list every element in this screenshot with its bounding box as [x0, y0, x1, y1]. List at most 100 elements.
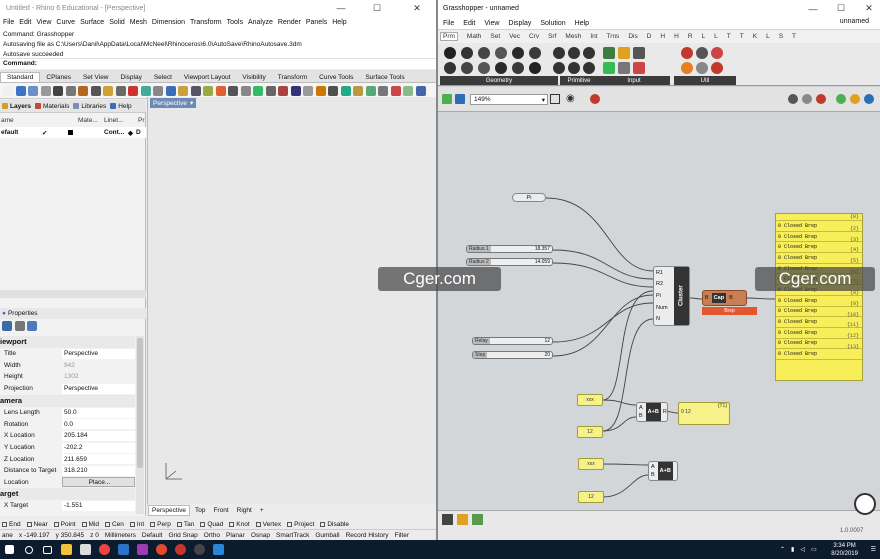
network-icon[interactable]: ▮	[791, 546, 794, 553]
tab-display[interactable]: Display	[115, 73, 148, 82]
osnap-end[interactable]: End	[2, 521, 21, 528]
property-row[interactable]: Z Location 211.659	[0, 453, 135, 465]
property-value[interactable]: -202.2	[62, 442, 135, 453]
toolbar-tool-icon[interactable]	[40, 85, 51, 96]
viewport-dropdown-icon[interactable]: ▾	[190, 99, 193, 107]
gh-tab[interactable]: Set	[490, 33, 500, 40]
toolbar-tool-icon[interactable]	[128, 85, 138, 96]
task-view-icon[interactable]	[38, 540, 57, 559]
input-param-icon[interactable]	[618, 62, 630, 74]
gh-menu-file[interactable]: File	[443, 20, 454, 27]
text-panel[interactable]: xxx	[577, 394, 603, 406]
toolbar-tool-icon[interactable]	[115, 85, 126, 96]
viewport-tab-right[interactable]: Right	[234, 505, 255, 516]
viewport-tab-perspective[interactable]: Perspective	[148, 504, 190, 516]
tray-chevron-icon[interactable]: ⌃	[780, 546, 785, 553]
gh-tab[interactable]: T	[792, 33, 796, 40]
status-item[interactable]: Planar	[226, 532, 245, 539]
property-row[interactable]: X Target -1.551	[0, 500, 135, 512]
status-item[interactable]: Record History	[346, 532, 389, 539]
property-row[interactable]: Rotation 0.0	[0, 419, 135, 431]
geometry-param-icon[interactable]	[512, 62, 524, 74]
primitive-param-icon[interactable]	[583, 47, 595, 59]
osnap-knot[interactable]: Knot	[229, 521, 250, 528]
geometry-param-icon[interactable]	[529, 47, 541, 59]
gh-tab[interactable]: Prm	[440, 32, 458, 41]
object-props-icon[interactable]	[2, 320, 12, 331]
util-param-icon[interactable]	[711, 62, 723, 74]
windows-start-icon[interactable]	[0, 540, 19, 559]
primitive-param-icon[interactable]	[568, 47, 580, 59]
checkbox-icon[interactable]	[176, 521, 182, 527]
geometry-param-icon[interactable]	[461, 47, 473, 59]
ribbon-section-label[interactable]: Geometry	[440, 76, 558, 85]
gh-tab[interactable]: Dis	[628, 33, 637, 40]
property-row[interactable]: Projection Perspective	[0, 383, 135, 395]
globe-icon[interactable]	[864, 94, 874, 104]
chrome-icon[interactable]	[95, 540, 114, 559]
checkbox-icon[interactable]	[26, 521, 32, 527]
property-value[interactable]: 942	[62, 360, 135, 371]
status-item[interactable]: SmartTrack	[276, 532, 309, 539]
gh-tab[interactable]: Srf	[548, 33, 556, 40]
gh-tab[interactable]: Vec	[509, 33, 520, 40]
property-row[interactable]: Width 942	[0, 360, 135, 372]
notifications-icon[interactable]: ☰	[871, 546, 876, 553]
preview-selected-icon[interactable]	[816, 94, 826, 104]
navigation-widget-icon[interactable]	[854, 493, 876, 515]
gh-tab[interactable]: T	[727, 33, 731, 40]
toolbar-tool-icon[interactable]	[65, 85, 76, 96]
display-icon[interactable]	[850, 94, 860, 104]
text-panel[interactable]: xxx	[578, 458, 604, 470]
tab-standard[interactable]: Standard	[0, 72, 41, 82]
gh-tab[interactable]: R	[688, 33, 693, 40]
menu-dimension[interactable]: Dimension	[152, 19, 185, 26]
status-item[interactable]: Filter	[395, 532, 409, 539]
toolbar-tool-icon[interactable]	[290, 85, 301, 96]
sketch-icon[interactable]	[457, 514, 468, 525]
property-value[interactable]: Place...	[62, 477, 135, 488]
gh-menu-display[interactable]: Display	[508, 20, 531, 27]
toolbar-tool-icon[interactable]	[240, 85, 251, 96]
maximize-icon[interactable]: ☐	[828, 0, 854, 17]
print-color-icon[interactable]: ◆	[128, 129, 136, 137]
property-row[interactable]: Location Place...	[0, 477, 135, 489]
toolbar-tool-icon[interactable]	[3, 85, 13, 96]
checkbox-icon[interactable]	[229, 521, 235, 527]
menu-mesh[interactable]: Mesh	[130, 19, 147, 26]
onenote-icon[interactable]	[133, 540, 152, 559]
gh-menu-edit[interactable]: Edit	[463, 20, 475, 27]
maximize-icon[interactable]: ☐	[364, 0, 390, 16]
brep-output-panel[interactable]: {0} 0 Closed Brep {2} 0 Closed Brep {3} 0 Clo…	[775, 213, 863, 381]
chevron-down-icon[interactable]: ▾	[542, 96, 545, 104]
ribbon-section-label[interactable]: Input	[598, 76, 670, 85]
cluster-component[interactable]: R1 R2 Pi Num N Cluster	[653, 266, 690, 326]
osnap-vertex[interactable]: Vertex	[255, 521, 281, 528]
property-row[interactable]: Y Location -202.2	[0, 442, 135, 454]
preview-shaded-icon[interactable]	[802, 94, 812, 104]
gh-doc-name[interactable]: unnamed	[840, 18, 869, 25]
toolbar-tool-icon[interactable]	[15, 85, 26, 96]
property-value[interactable]: 205.184	[62, 430, 135, 441]
addition-component[interactable]: AB A+B R	[636, 402, 668, 422]
geometry-param-icon[interactable]	[512, 47, 524, 59]
input-param-icon[interactable]	[633, 47, 645, 59]
gh-tab[interactable]: T	[740, 33, 744, 40]
camera-icon[interactable]	[14, 320, 25, 331]
osnap-mid[interactable]: Mid	[81, 521, 99, 528]
cap-component[interactable]: B Cap B	[702, 290, 747, 306]
property-value[interactable]: -1.551	[62, 500, 135, 511]
toolbar-tool-icon[interactable]	[303, 85, 313, 96]
tab-surface-tools[interactable]: Surface Tools	[359, 73, 410, 82]
toolbar-tool-icon[interactable]	[165, 85, 176, 96]
toolbar-tool-icon[interactable]	[228, 85, 238, 96]
zoom-field[interactable]: 149% ▾	[470, 94, 548, 105]
property-value[interactable]: 318.210	[62, 465, 135, 476]
osnap-cen[interactable]: Cen	[104, 521, 124, 528]
primitive-param-icon[interactable]	[568, 62, 580, 74]
toolbar-tool-icon[interactable]	[153, 85, 163, 96]
toolbar-tool-icon[interactable]	[140, 85, 151, 96]
checkbox-icon[interactable]	[255, 521, 261, 527]
volume-icon[interactable]: ◁	[800, 546, 805, 553]
gh-tab[interactable]: L	[714, 33, 718, 40]
